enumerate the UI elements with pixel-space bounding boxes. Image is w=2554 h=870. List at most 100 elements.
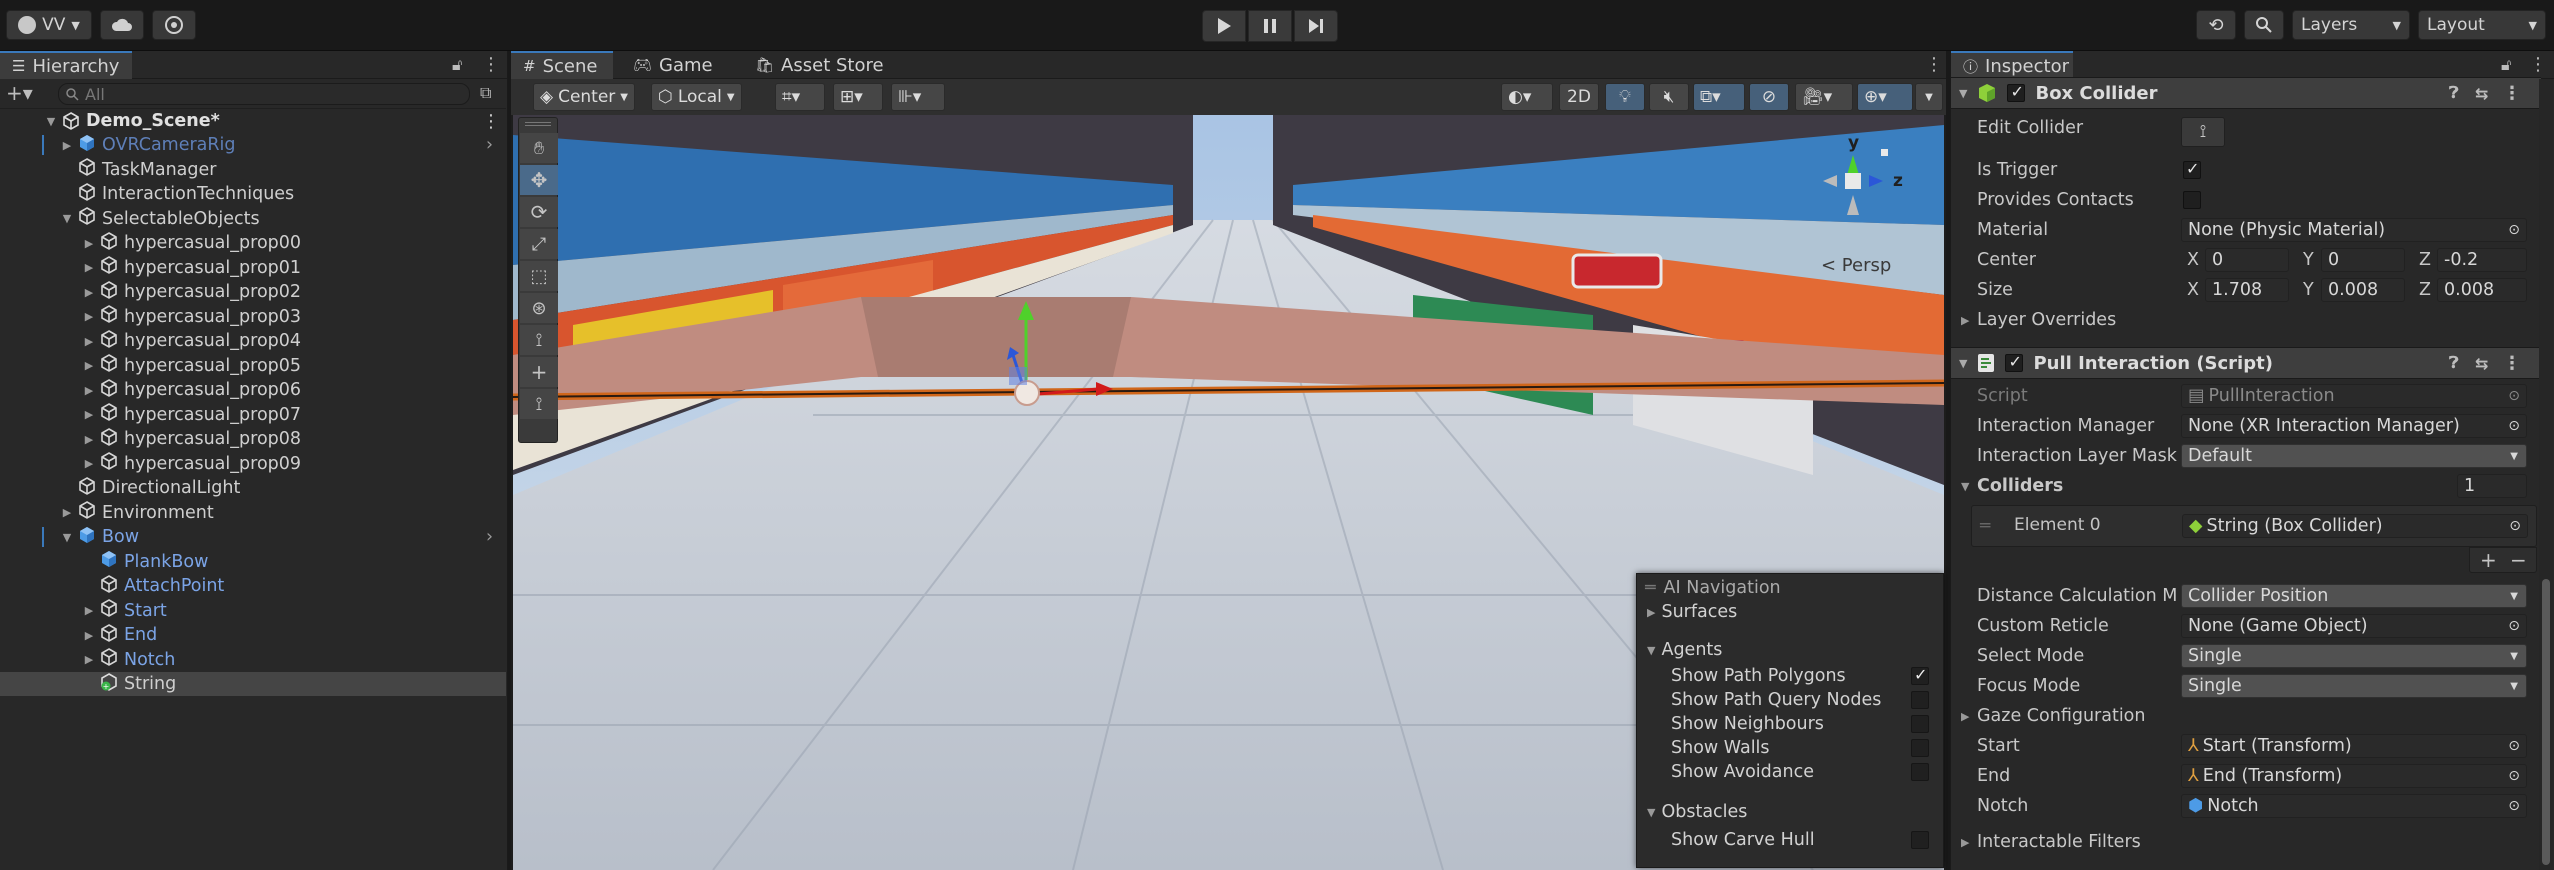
expand-arrow-icon[interactable]: ▶: [82, 653, 96, 666]
object-picker-icon[interactable]: ⊙: [2508, 418, 2520, 434]
orientation-gizmo[interactable]: y z: [1793, 125, 1913, 235]
presets-icon[interactable]: ⇆: [2475, 84, 2488, 103]
scene-visibility-toggle[interactable]: ⊘: [1749, 83, 1789, 111]
perspective-toggle[interactable]: < Persp: [1821, 255, 1891, 276]
colliders-row[interactable]: ▼ Colliders 1: [1951, 471, 2541, 501]
element-0-field[interactable]: ◆ String (Box Collider) ⊙: [2182, 514, 2528, 538]
collapse-arrow-icon[interactable]: ▼: [1959, 357, 1967, 370]
edit-collider-tool-button[interactable]: ⟟: [520, 325, 558, 355]
open-prefab-chevron-icon[interactable]: ›: [486, 527, 493, 547]
mode-2d-button[interactable]: 2D: [1559, 83, 1599, 111]
nav-option-checkbox[interactable]: [1911, 665, 1929, 685]
audio-toggle[interactable]: 🔇︎: [1649, 83, 1689, 111]
move-tool-button[interactable]: ✥: [520, 165, 558, 195]
expand-arrow-icon[interactable]: ▶: [82, 237, 96, 250]
hierarchy-item[interactable]: ▶ Notch: [0, 648, 506, 672]
end-field[interactable]: ⅄ End (Transform) ⊙: [2181, 764, 2527, 788]
inspector-scrollbar[interactable]: [2539, 79, 2553, 870]
collapse-arrow-icon[interactable]: ▼: [1961, 480, 1969, 493]
account-dropdown[interactable]: VV ▼: [6, 10, 92, 40]
distance-calc-dropdown[interactable]: Collider Position ▼: [2181, 584, 2527, 608]
more-menu-icon[interactable]: ⋮: [482, 111, 500, 132]
effects-dropdown[interactable]: ⧉▾: [1693, 83, 1745, 111]
camera-dropdown[interactable]: 🎥︎▾: [1795, 83, 1853, 111]
object-picker-icon[interactable]: ⊙: [2508, 222, 2520, 238]
object-picker-icon[interactable]: ⊙: [2508, 798, 2520, 814]
hierarchy-item[interactable]: ▶ Start: [0, 599, 506, 623]
drag-handle-icon[interactable]: [525, 122, 551, 126]
size-y-field[interactable]: 0.008: [2321, 278, 2405, 302]
notch-field[interactable]: ⬢ Notch ⊙: [2181, 794, 2527, 818]
lock-icon[interactable]: 🔓︎: [452, 55, 462, 75]
expand-arrow-icon[interactable]: ▼: [44, 115, 58, 128]
scrollbar-thumb[interactable]: [2542, 579, 2550, 865]
expand-arrow-icon[interactable]: ▼: [60, 531, 74, 544]
open-prefab-chevron-icon[interactable]: ›: [486, 135, 493, 155]
interaction-manager-field[interactable]: None (XR Interaction Manager) ⊙: [2181, 414, 2527, 438]
layout-dropdown[interactable]: Layout ▼: [2418, 10, 2546, 40]
hierarchy-item[interactable]: ▶ OVRCameraRig ›: [0, 133, 506, 157]
start-field[interactable]: ⅄ Start (Transform) ⊙: [2181, 734, 2527, 758]
size-x-field[interactable]: 1.708: [2205, 278, 2289, 302]
help-icon[interactable]: ❓︎: [2449, 353, 2459, 373]
hierarchy-item[interactable]: ▶ hypercasual_prop01: [0, 256, 506, 280]
pause-button[interactable]: [1248, 10, 1292, 42]
hierarchy-item[interactable]: ▶ hypercasual_prop08: [0, 427, 506, 451]
add-point-tool-button[interactable]: +: [520, 357, 558, 387]
center-y-field[interactable]: 0: [2321, 248, 2405, 272]
hierarchy-item[interactable]: ▶ End: [0, 623, 506, 647]
gizmos-dropdown[interactable]: ⊕▾: [1857, 83, 1913, 111]
collab-button[interactable]: [152, 10, 196, 40]
rect-tool-button[interactable]: ⬚: [520, 261, 558, 291]
box-collider-header[interactable]: ▼ Box Collider ❓︎ ⇆ ⋮: [1951, 77, 2541, 109]
expand-arrow-icon[interactable]: ▶: [82, 433, 96, 446]
hierarchy-item[interactable]: ▼ SelectableObjects: [0, 207, 506, 231]
nav-option-row[interactable]: Show Avoidance: [1637, 760, 1943, 784]
hierarchy-item[interactable]: ▼ Bow ›: [0, 525, 506, 549]
increment-snap-button[interactable]: ⊞▾: [833, 83, 883, 111]
ai-nav-header[interactable]: ═ AI Navigation: [1637, 576, 1943, 600]
obstacles-section[interactable]: ▼ Obstacles: [1637, 800, 1943, 824]
expand-arrow-icon[interactable]: ▶: [82, 286, 96, 299]
nav-option-checkbox[interactable]: [1911, 715, 1929, 733]
expand-arrow-icon[interactable]: ▶: [82, 457, 96, 470]
expand-arrow-icon[interactable]: ▶: [60, 139, 74, 152]
pull-interaction-header[interactable]: ▼ Pull Interaction (Script) ❓︎ ⇆ ⋮: [1951, 347, 2541, 379]
draw-mode-dropdown[interactable]: ◐▾: [1501, 83, 1553, 111]
nav-option-row[interactable]: Show Path Query Nodes: [1637, 688, 1943, 712]
is-trigger-checkbox[interactable]: [2183, 159, 2201, 179]
hierarchy-item[interactable]: ▶ hypercasual_prop02: [0, 280, 506, 304]
expand-arrow-icon[interactable]: ▶: [82, 408, 96, 421]
size-z-field[interactable]: 0.008: [2437, 278, 2527, 302]
component-enabled-checkbox[interactable]: [2007, 82, 2026, 102]
nav-option-row[interactable]: Show Path Polygons: [1637, 664, 1943, 688]
edit-collider-button[interactable]: ⟟: [2181, 117, 2225, 147]
expand-arrow-icon[interactable]: ▶: [82, 629, 96, 642]
nav-option-row[interactable]: Show Neighbours: [1637, 712, 1943, 736]
scale-tool-button[interactable]: ⤢: [520, 229, 558, 259]
vertex-snap-button[interactable]: ⊪▾: [891, 83, 945, 111]
material-field[interactable]: None (Physic Material) ⊙: [2181, 218, 2527, 242]
expand-arrow-icon[interactable]: ▶: [82, 604, 96, 617]
hierarchy-item[interactable]: DirectionalLight: [0, 476, 506, 500]
hierarchy-item[interactable]: InteractionTechniques: [0, 182, 506, 206]
object-picker-icon[interactable]: ⊙: [2508, 618, 2520, 634]
tab-game[interactable]: 🎮︎ Game: [621, 51, 725, 79]
lock-icon[interactable]: 🔓︎: [2501, 55, 2511, 75]
play-button[interactable]: [1202, 10, 1246, 42]
hierarchy-search-input[interactable]: All: [58, 83, 470, 105]
gaze-config-row[interactable]: ▶ Gaze Configuration: [1951, 701, 2541, 731]
custom-reticle-field[interactable]: None (Game Object) ⊙: [2181, 614, 2527, 638]
remove-element-icon[interactable]: −: [2510, 548, 2527, 572]
expand-arrow-icon[interactable]: ▶: [82, 359, 96, 372]
hierarchy-item[interactable]: ▶ hypercasual_prop00: [0, 231, 506, 255]
expand-arrow-icon[interactable]: ▶: [82, 384, 96, 397]
nav-option-row[interactable]: Show Walls: [1637, 736, 1943, 760]
center-x-field[interactable]: 0: [2205, 248, 2289, 272]
center-z-field[interactable]: -0.2: [2437, 248, 2527, 272]
expand-arrow-icon[interactable]: ▶: [82, 261, 96, 274]
hierarchy-item[interactable]: ▶ hypercasual_prop05: [0, 354, 506, 378]
more-menu-icon[interactable]: ⋮: [2503, 83, 2521, 104]
add-icon[interactable]: +▾: [6, 81, 33, 105]
hierarchy-item[interactable]: AttachPoint: [0, 574, 506, 598]
